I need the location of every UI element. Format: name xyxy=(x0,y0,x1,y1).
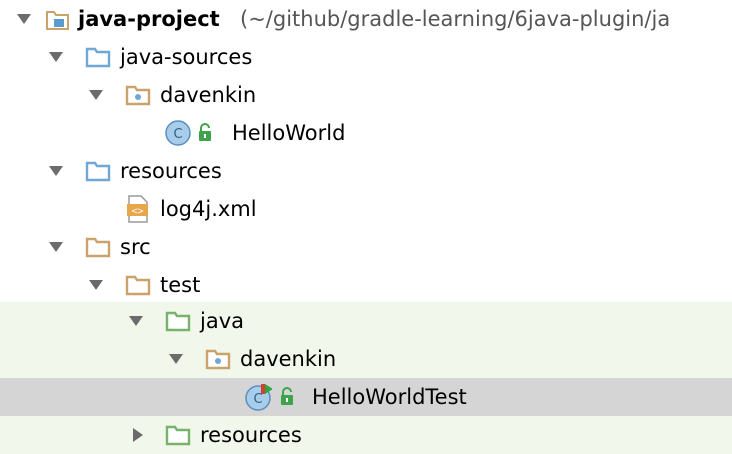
chevron-down-icon[interactable] xyxy=(46,38,66,76)
chevron-right-icon[interactable] xyxy=(128,416,148,454)
tree-node-label: java-sources xyxy=(120,45,253,69)
test-resources-folder-icon xyxy=(164,416,192,454)
tree-node-label: log4j.xml xyxy=(160,197,257,221)
svg-text:C: C xyxy=(173,127,182,142)
svg-text:C: C xyxy=(253,392,262,407)
tree-node-label: src xyxy=(120,235,151,259)
chevron-down-icon[interactable] xyxy=(46,228,66,266)
unlocked-icon xyxy=(278,378,298,416)
chevron-down-icon[interactable] xyxy=(86,76,106,114)
tree-node-label: resources xyxy=(200,423,302,447)
chevron-down-icon[interactable] xyxy=(46,152,66,190)
source-folder-icon xyxy=(84,38,112,76)
module-icon xyxy=(44,0,72,38)
tree-node-java-sources[interactable]: java-sources xyxy=(0,38,732,76)
tree-node-test[interactable]: test xyxy=(0,266,732,304)
tree-node-label: java xyxy=(200,309,244,333)
tree-node-java-project[interactable]: java-project (~/github/gradle-learning/6… xyxy=(0,0,732,38)
tree-node-resources-main[interactable]: resources xyxy=(0,152,732,190)
resources-folder-icon xyxy=(84,152,112,190)
svg-text:<>: <> xyxy=(131,206,143,217)
tree-node-src[interactable]: src xyxy=(0,228,732,266)
package-icon xyxy=(124,76,152,114)
project-tree: java-project (~/github/gradle-learning/6… xyxy=(0,0,732,454)
tree-node-resources-test[interactable]: resources xyxy=(0,416,732,454)
tree-node-davenkin-main[interactable]: davenkin xyxy=(0,76,732,114)
tree-node-helloworldtest[interactable]: C HelloWorldTest xyxy=(0,378,732,416)
tree-node-label: test xyxy=(160,273,201,297)
tree-node-label: HelloWorldTest xyxy=(312,385,467,409)
tree-node-davenkin-test[interactable]: davenkin xyxy=(0,340,732,378)
package-icon xyxy=(204,340,232,378)
tree-node-java-test[interactable]: java xyxy=(0,302,732,340)
tree-node-label: HelloWorld xyxy=(232,121,346,145)
tree-node-label: java-project xyxy=(78,7,220,31)
tree-node-label: davenkin xyxy=(160,83,257,107)
tree-node-label: davenkin xyxy=(240,347,337,371)
project-path: (~/github/gradle-learning/6java-plugin/j… xyxy=(240,7,671,31)
chevron-down-icon[interactable] xyxy=(166,340,186,378)
unlocked-icon xyxy=(196,114,216,152)
tree-node-helloworld[interactable]: C HelloWorld xyxy=(0,114,732,152)
folder-icon xyxy=(124,266,152,304)
folder-icon xyxy=(84,228,112,266)
tree-node-log4j[interactable]: <> log4j.xml xyxy=(0,190,732,228)
tree-node-label: resources xyxy=(120,159,222,183)
chevron-down-icon[interactable] xyxy=(14,0,34,38)
chevron-down-icon[interactable] xyxy=(126,302,146,340)
test-source-folder-icon xyxy=(164,302,192,340)
test-class-icon: C xyxy=(244,378,272,416)
java-class-icon: C xyxy=(164,114,192,152)
chevron-down-icon[interactable] xyxy=(86,266,106,304)
xml-file-icon: <> xyxy=(124,190,152,228)
